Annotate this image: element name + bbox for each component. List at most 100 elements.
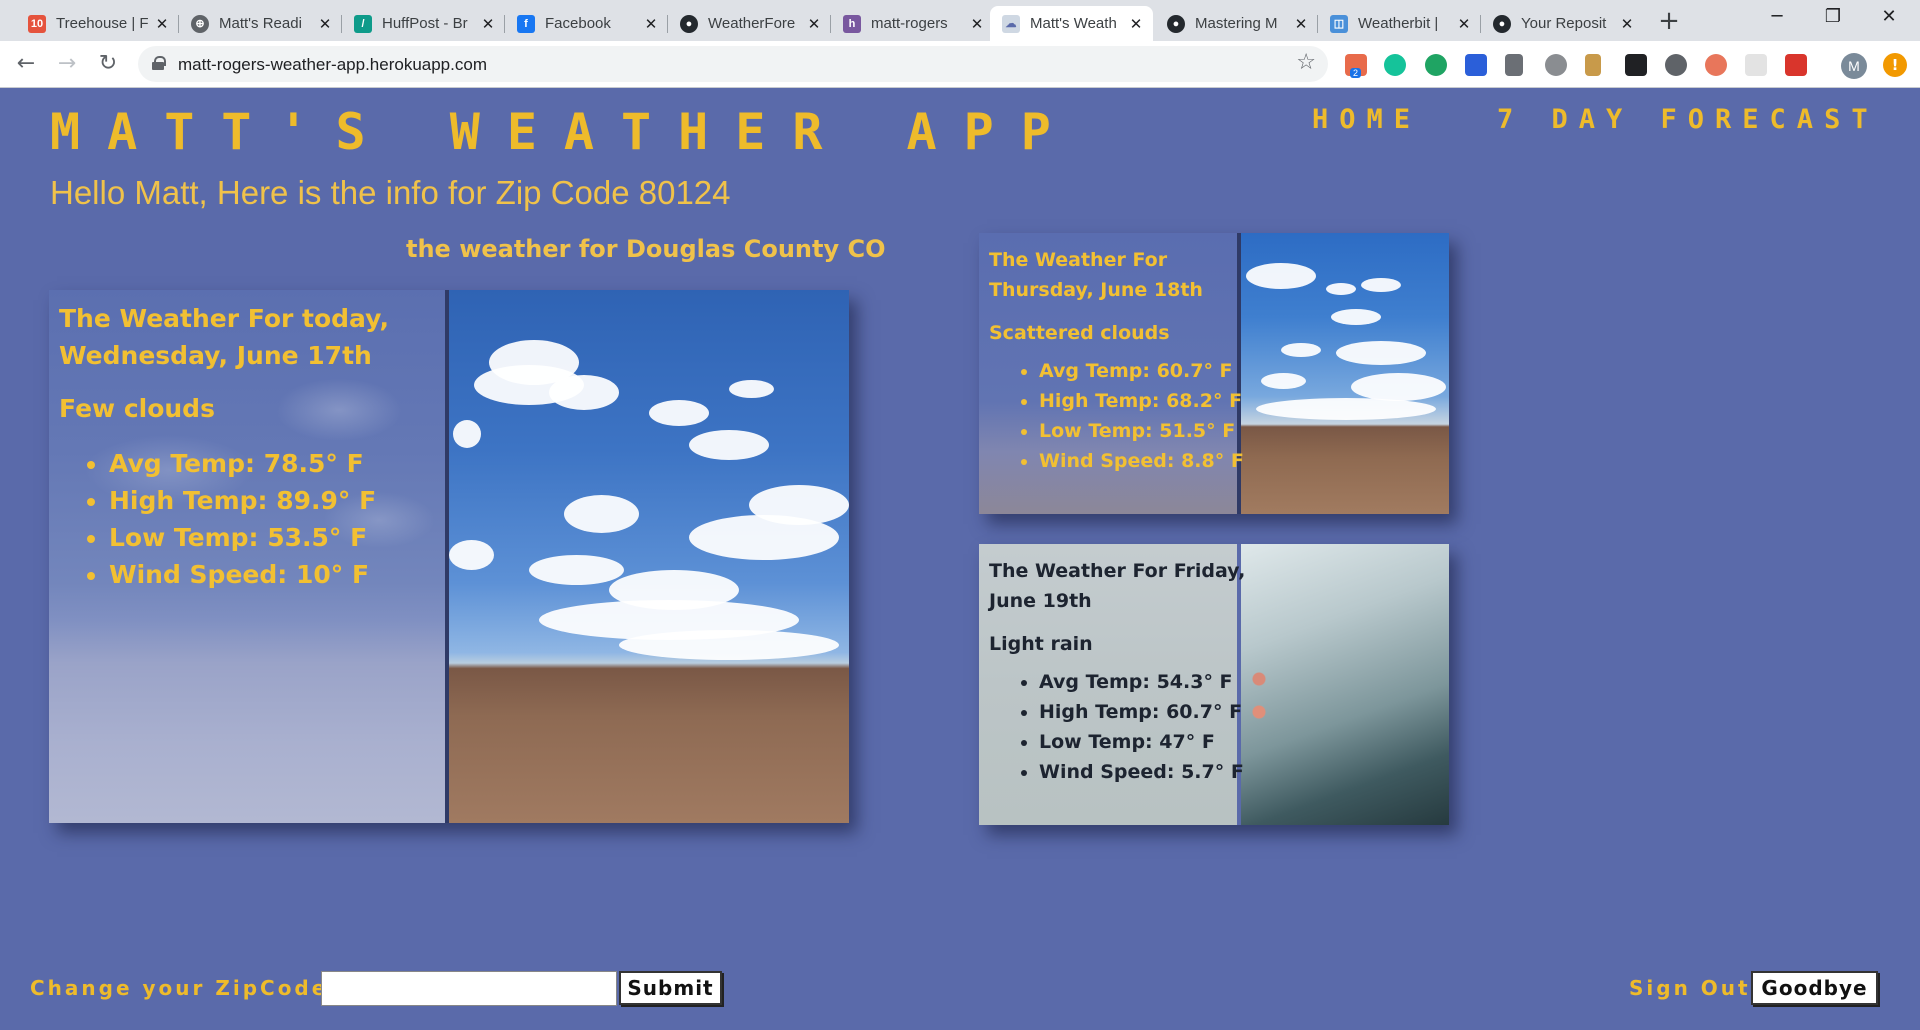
facebook-favicon-icon: f (517, 14, 535, 33)
treehouse-favicon-icon: 10 (28, 14, 46, 33)
tab-label: Mastering M (1195, 15, 1278, 32)
globe-icon: ⊕ (191, 14, 209, 33)
submit-button[interactable]: Submit (619, 971, 722, 1005)
friday-rain-window-image (1241, 544, 1449, 825)
weatherbit-favicon-icon: ◫ (1330, 14, 1348, 33)
friday-weather-details: The Weather For Friday, June 19th Light … (989, 556, 1245, 787)
extension-icon[interactable] (1425, 54, 1447, 76)
tab-huffpost[interactable]: / HuffPost - Br ✕ (342, 6, 505, 41)
today-sky-field-image (449, 290, 849, 823)
today-stats-list: Avg Temp: 78.5° F High Temp: 89.9° F Low… (59, 445, 389, 593)
back-arrow-icon[interactable]: ← (12, 51, 40, 79)
today-wind-speed: Wind Speed: 10° F (109, 556, 389, 593)
extension-icon[interactable] (1785, 54, 1807, 76)
county-subheading: the weather for Douglas County CO (406, 235, 886, 263)
app-title: MATT'S WEATHER APP (50, 103, 1078, 161)
browser-tab-bar: 10 Treehouse | F ✕ ⊕ Matt's Readi ✕ / Hu… (0, 0, 1920, 41)
thursday-title-line2: Thursday, June 18th (989, 279, 1203, 301)
thursday-avg-temp: Avg Temp: 60.7° F (1039, 356, 1244, 386)
new-tab-button[interactable]: + (1655, 8, 1683, 36)
tab-weatherforecast-github[interactable]: ● WeatherFore ✕ (668, 6, 831, 41)
extension-icon[interactable] (1465, 54, 1487, 76)
browser-toolbar: ← → ↻ matt-rogers-weather-app.herokuapp.… (0, 41, 1920, 88)
zipcode-input[interactable] (321, 971, 617, 1006)
tab-mastering-github[interactable]: ● Mastering M ✕ (1155, 6, 1318, 41)
nav-home-link[interactable]: HOME (1312, 104, 1421, 135)
friday-stats-list: Avg Temp: 54.3° F High Temp: 60.7° F Low… (989, 667, 1245, 787)
tab-label: WeatherFore (708, 15, 796, 32)
extension-icon[interactable] (1625, 54, 1647, 76)
today-weather-card: The Weather For today, Wednesday, June 1… (49, 290, 849, 823)
close-icon[interactable]: ✕ (642, 15, 660, 33)
thursday-wind-speed: Wind Speed: 8.8° F (1039, 446, 1244, 476)
grammarly-icon[interactable] (1384, 54, 1406, 76)
tab-label: Treehouse | F (56, 15, 149, 32)
extension-icon[interactable] (1585, 54, 1601, 76)
friday-weather-card: The Weather For Friday, June 19th Light … (979, 544, 1449, 825)
extension-badge: 2 (1350, 68, 1362, 78)
today-low-temp: Low Temp: 53.5° F (109, 519, 389, 556)
url-text[interactable]: matt-rogers-weather-app.herokuapp.com (178, 55, 487, 75)
huffpost-favicon-icon: / (354, 14, 372, 33)
close-icon[interactable]: ✕ (316, 15, 334, 33)
thursday-sky-field-image (1241, 233, 1449, 514)
close-icon[interactable]: ✕ (1618, 15, 1636, 33)
tab-label: Weatherbit | (1358, 15, 1439, 32)
lock-icon (152, 56, 166, 70)
close-icon[interactable]: ✕ (1127, 15, 1145, 33)
friday-condition: Light rain (989, 633, 1093, 655)
tab-facebook[interactable]: f Facebook ✕ (505, 6, 668, 41)
forward-arrow-icon[interactable]: → (53, 51, 81, 79)
eyedropper-icon[interactable] (1505, 54, 1523, 76)
goodbye-button[interactable]: Goodbye (1751, 971, 1878, 1005)
today-avg-temp: Avg Temp: 78.5° F (109, 445, 389, 482)
close-window-icon[interactable]: ✕ (1864, 6, 1914, 34)
reload-icon[interactable]: ↻ (94, 51, 122, 79)
today-title: The Weather For today, Wednesday, June 1… (59, 300, 389, 374)
github-icon: ● (680, 14, 698, 33)
close-icon[interactable]: ✕ (479, 15, 497, 33)
thursday-stats-list: Avg Temp: 60.7° F High Temp: 68.2° F Low… (989, 356, 1244, 476)
tab-heroku[interactable]: h matt-rogers ✕ (831, 6, 994, 41)
friday-avg-temp: Avg Temp: 54.3° F (1039, 667, 1245, 697)
close-icon[interactable]: ✕ (153, 15, 171, 33)
tab-label: Matt's Weath (1030, 15, 1117, 32)
greeting-heading: Hello Matt, Here is the info for Zip Cod… (50, 174, 731, 211)
close-icon[interactable]: ✕ (1455, 15, 1473, 33)
github-icon: ● (1167, 14, 1185, 33)
tab-label: Facebook (545, 15, 611, 32)
address-bar[interactable]: matt-rogers-weather-app.herokuapp.com ☆ (138, 46, 1328, 82)
tab-label: Matt's Readi (219, 15, 302, 32)
close-icon[interactable]: ✕ (1292, 15, 1310, 33)
profile-avatar[interactable]: M (1841, 53, 1867, 79)
friday-wind-speed: Wind Speed: 5.7° F (1039, 757, 1245, 787)
restore-icon[interactable]: ❐ (1808, 6, 1858, 34)
tab-matts-weather-active[interactable]: ☁ Matt's Weath ✕ (990, 6, 1153, 41)
thursday-condition: Scattered clouds (989, 322, 1170, 344)
tab-weatherbit[interactable]: ◫ Weatherbit | ✕ (1318, 6, 1481, 41)
today-condition: Few clouds (59, 394, 215, 423)
tab-matts-reading[interactable]: ⊕ Matt's Readi ✕ (179, 6, 342, 41)
cloud-favicon-icon: ☁ (1002, 14, 1020, 33)
bookmark-star-icon[interactable]: ☆ (1296, 50, 1316, 75)
thursday-weather-card: The Weather For Thursday, June 18th Scat… (979, 233, 1449, 514)
thursday-high-temp: High Temp: 68.2° F (1039, 386, 1244, 416)
minimize-icon[interactable]: ─ (1752, 6, 1802, 34)
thursday-title: The Weather For Thursday, June 18th (989, 245, 1244, 305)
menu-update-icon[interactable]: ! (1883, 53, 1907, 77)
tab-label: matt-rogers (871, 15, 948, 32)
nav-7-day-forecast-link[interactable]: 7 DAY FORECAST (1497, 104, 1879, 135)
extension-icon[interactable] (1745, 54, 1767, 76)
today-weather-details: The Weather For today, Wednesday, June 1… (59, 300, 389, 593)
extension-icon[interactable] (1705, 54, 1727, 76)
tab-treehouse[interactable]: 10 Treehouse | F ✕ (16, 6, 179, 41)
tab-label: Your Reposit (1521, 15, 1607, 32)
extension-icon[interactable] (1665, 54, 1687, 76)
thursday-weather-details: The Weather For Thursday, June 18th Scat… (989, 245, 1244, 476)
close-icon[interactable]: ✕ (805, 15, 823, 33)
tab-your-repositories[interactable]: ● Your Reposit ✕ (1481, 6, 1644, 41)
close-icon[interactable]: ✕ (968, 15, 986, 33)
today-high-temp: High Temp: 89.9° F (109, 482, 389, 519)
gear-icon[interactable] (1545, 54, 1567, 76)
weather-app-page: MATT'S WEATHER APP HOME 7 DAY FORECAST H… (0, 89, 1920, 1030)
